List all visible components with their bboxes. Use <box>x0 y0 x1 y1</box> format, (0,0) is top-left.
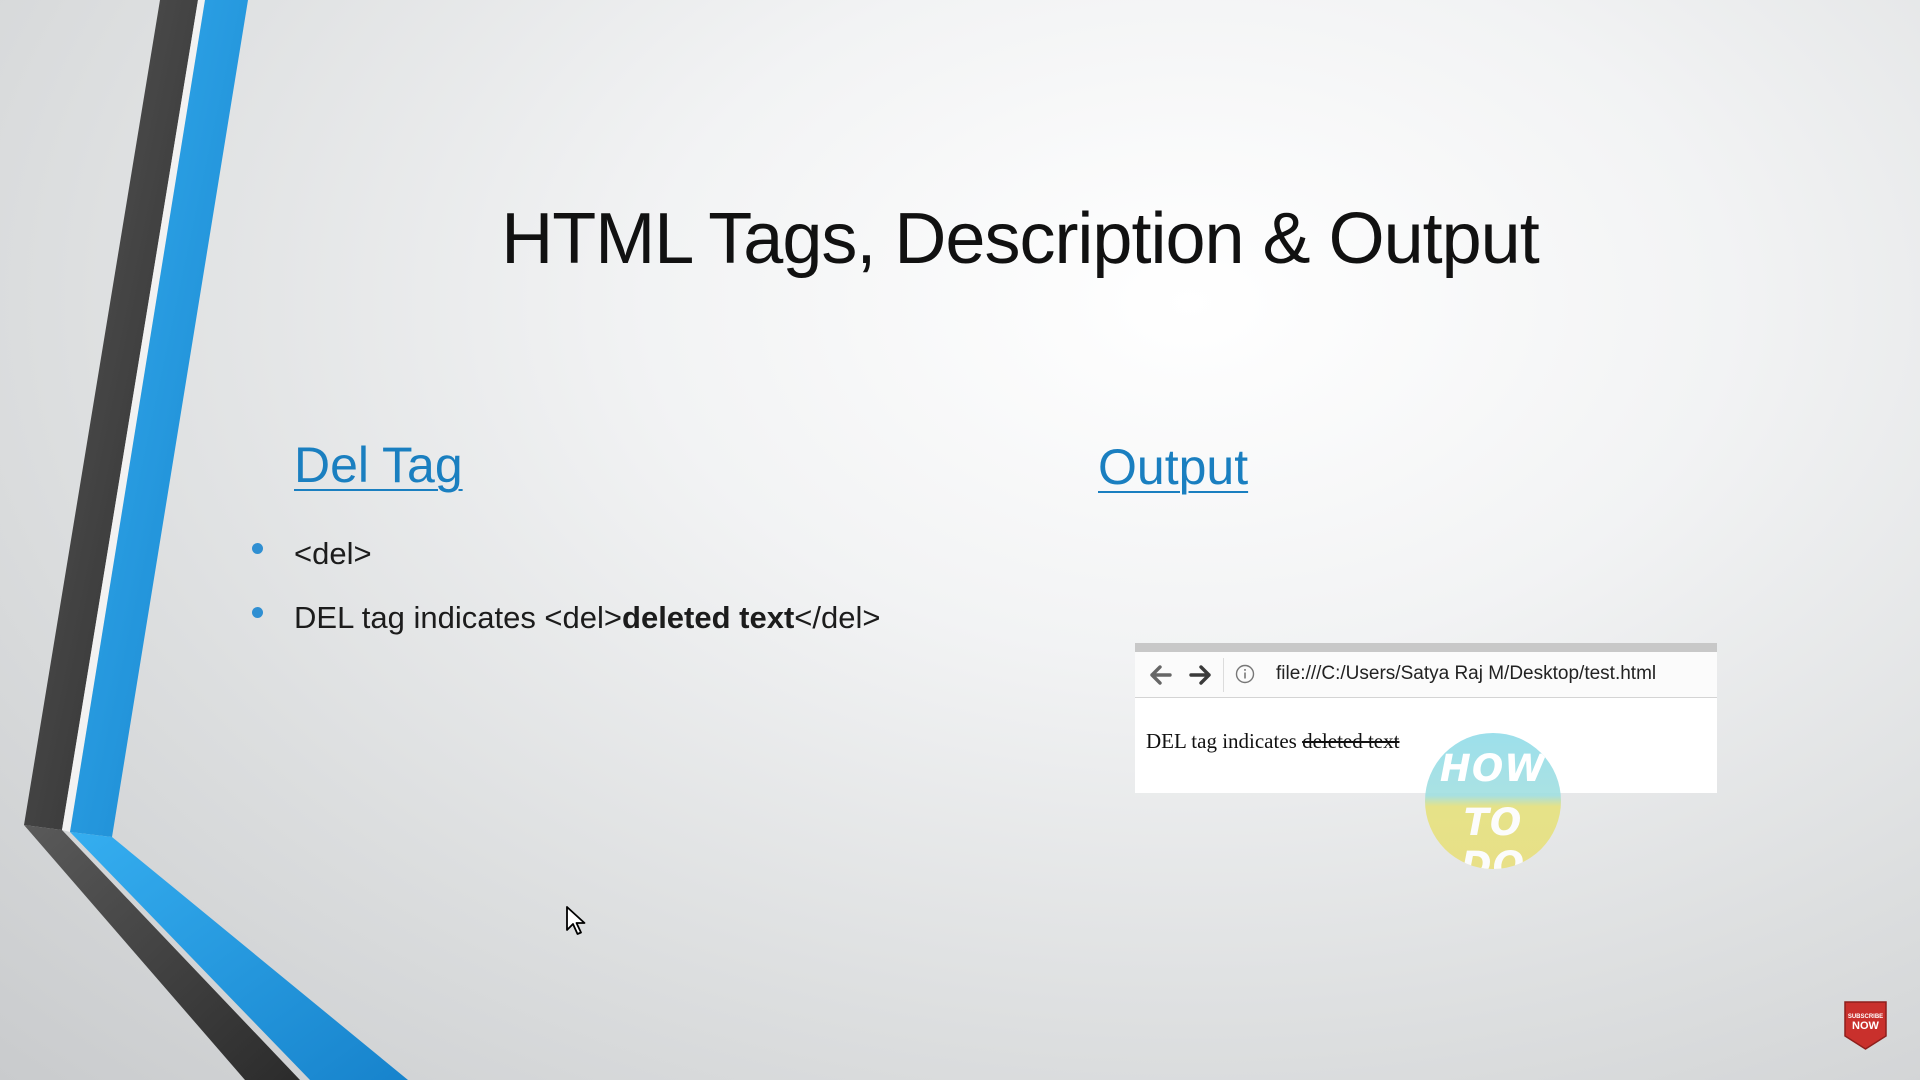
back-arrow-icon[interactable] <box>1146 660 1176 690</box>
bullet-text: <del> <box>294 536 372 571</box>
howtodo-watermark-logo: HOW TO DO <box>1425 733 1561 869</box>
bullet-text-prefix: DEL tag indicates <del> <box>294 600 623 635</box>
white-stripe-gap <box>62 0 205 832</box>
bullet-text-bold: deleted text <box>622 600 795 635</box>
bullet-dot-icon <box>252 607 263 618</box>
bullet-item: <del> <box>250 530 881 594</box>
watermark-line-1: HOW <box>1439 747 1547 790</box>
info-icon[interactable] <box>1235 664 1255 684</box>
mouse-cursor-icon <box>566 906 586 935</box>
watermark-line-2: TO DO <box>1460 801 1526 869</box>
rendered-page-text: DEL tag indicates deleted text <box>1146 729 1399 754</box>
del-tag-heading: Del Tag <box>294 437 463 493</box>
browser-nav-bar: file:///C:/Users/Satya Raj M/Desktop/tes… <box>1135 652 1717 698</box>
bullet-item: DEL tag indicates <del>deleted text</del… <box>250 594 881 658</box>
rendered-deleted-text: deleted text <box>1302 729 1400 753</box>
address-bar-url[interactable]: file:///C:/Users/Satya Raj M/Desktop/tes… <box>1276 663 1656 685</box>
output-heading: Output <box>1098 439 1249 495</box>
dark-stripe-lower <box>24 825 300 1080</box>
slide-title: HTML Tags, Description & Output <box>501 199 1539 279</box>
rendered-plain-text: DEL tag indicates <box>1146 729 1297 753</box>
subscribe-now-badge[interactable]: SUBSCRIBE NOW <box>1843 1000 1888 1050</box>
nav-separator <box>1223 658 1224 692</box>
forward-arrow-icon[interactable] <box>1185 660 1215 690</box>
bullet-dot-icon <box>252 543 263 554</box>
bullet-list: <del> DEL tag indicates <del>deleted tex… <box>250 530 881 658</box>
bullet-text-suffix: </del> <box>794 600 881 635</box>
badge-now-text: NOW <box>1852 1020 1879 1032</box>
